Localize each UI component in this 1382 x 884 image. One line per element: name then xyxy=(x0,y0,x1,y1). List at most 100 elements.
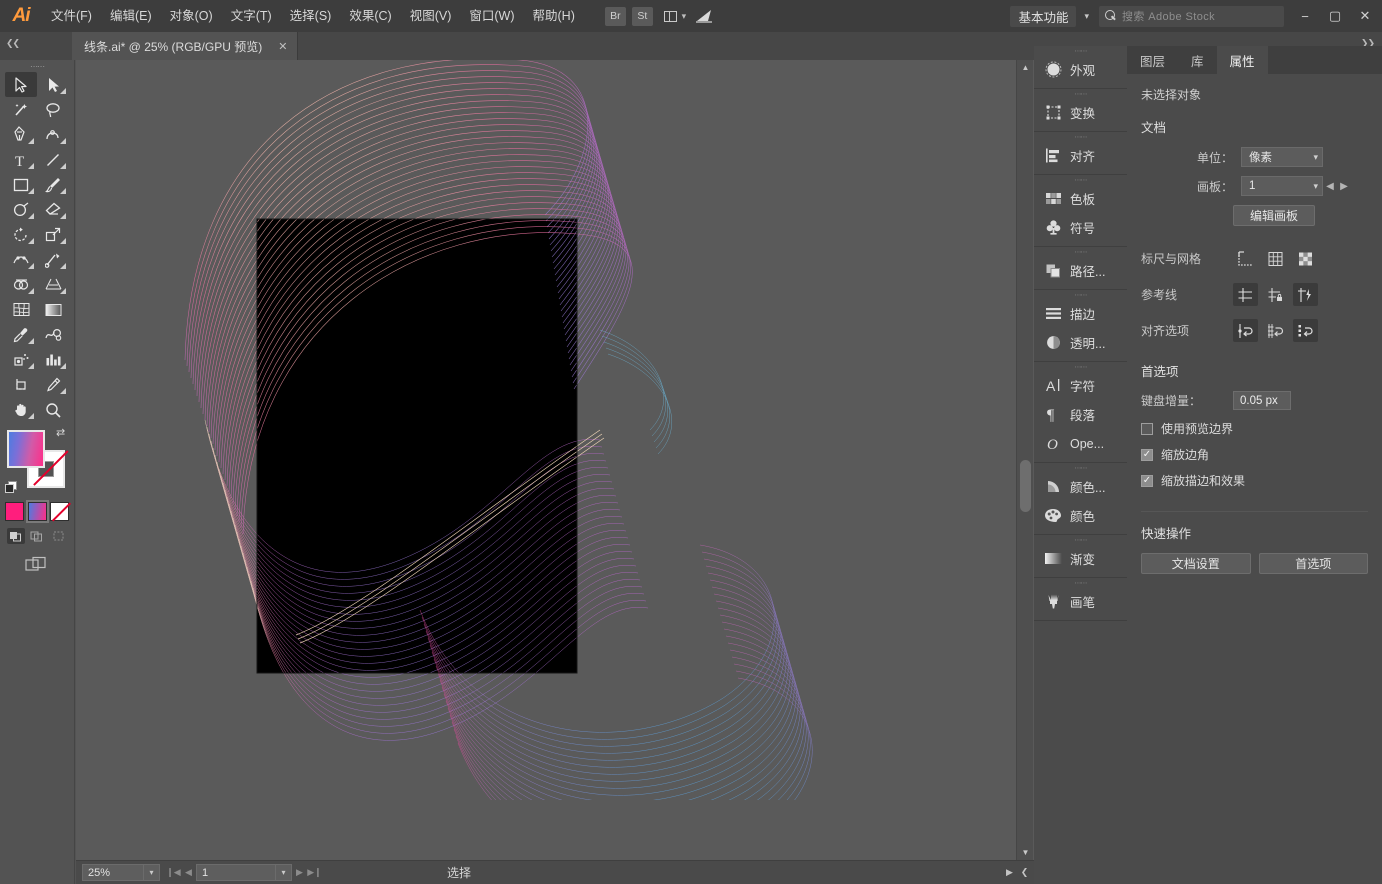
draw-normal-button[interactable] xyxy=(6,528,25,544)
show-rulers-icon[interactable] xyxy=(1233,247,1258,270)
scale-strokes-effects-row[interactable]: 缩放描边和效果 xyxy=(1141,472,1368,489)
dock-grip[interactable]: ⋯⋯ xyxy=(1034,175,1127,184)
snap-to-point-icon[interactable] xyxy=(1233,319,1258,342)
panel-color[interactable]: 颜色 xyxy=(1034,501,1127,530)
preferences-button[interactable]: 首选项 xyxy=(1258,553,1368,574)
menu-type[interactable]: 文字(T) xyxy=(222,0,281,32)
menu-edit[interactable]: 编辑(E) xyxy=(101,0,161,32)
paintbrush-tool[interactable] xyxy=(37,172,69,197)
line-segment-tool[interactable] xyxy=(37,147,69,172)
status-play-icon[interactable]: ▶ xyxy=(1002,864,1017,881)
artboard-number-input[interactable]: 1 xyxy=(196,864,276,881)
dock-grip[interactable]: ⋯⋯ xyxy=(1034,290,1127,299)
canvas-vertical-scrollbar[interactable]: ▲ ▼ xyxy=(1016,60,1033,860)
draw-inside-button[interactable] xyxy=(49,528,67,544)
menu-effect[interactable]: 效果(C) xyxy=(340,0,400,32)
tab-properties[interactable]: 属性 xyxy=(1216,46,1268,74)
width-tool[interactable] xyxy=(5,247,37,272)
panel-color-guide[interactable]: 颜色... xyxy=(1034,472,1127,501)
canvas-area[interactable] xyxy=(76,60,1034,860)
eyedropper-tool[interactable] xyxy=(5,322,37,347)
dock-grip[interactable]: ⋯⋯ xyxy=(1034,46,1127,55)
dock-grip[interactable]: ⋯⋯ xyxy=(1034,578,1127,587)
panel-swatches[interactable]: 色板 xyxy=(1034,184,1127,213)
smart-guides-icon[interactable] xyxy=(1293,283,1318,306)
none-mode-button[interactable] xyxy=(50,502,69,521)
dock-grip[interactable]: ⋯⋯ xyxy=(1034,89,1127,98)
artboard-chevron-down-icon[interactable]: ▾ xyxy=(276,864,292,881)
menu-file[interactable]: 文件(F) xyxy=(42,0,101,32)
show-transparency-grid-icon[interactable] xyxy=(1293,247,1318,270)
next-artboard-icon[interactable]: ▶ xyxy=(1337,176,1351,196)
home-boat-icon[interactable] xyxy=(688,8,722,24)
snap-to-grid-icon[interactable] xyxy=(1263,319,1288,342)
pen-tool[interactable] xyxy=(5,122,37,147)
dock-grip[interactable]: ⋯⋯ xyxy=(1034,247,1127,256)
minimize-button[interactable]: − xyxy=(1290,0,1320,32)
draw-behind-button[interactable] xyxy=(28,528,46,544)
direct-selection-tool[interactable] xyxy=(37,72,69,97)
keyboard-increment-input[interactable]: 0.05 px xyxy=(1233,391,1291,410)
menu-help[interactable]: 帮助(H) xyxy=(524,0,584,32)
prev-artboard-button[interactable]: ◀ xyxy=(181,864,196,881)
stock-button[interactable]: St xyxy=(631,6,653,26)
scroll-up-icon[interactable]: ▲ xyxy=(1017,63,1034,72)
status-expand-icon[interactable]: ❮ xyxy=(1017,864,1032,881)
workspace-switcher[interactable]: 基本功能 xyxy=(1010,5,1077,27)
arrange-documents-button[interactable]: ▾ xyxy=(662,7,688,26)
blend-tool[interactable] xyxy=(37,322,69,347)
scroll-down-icon[interactable]: ▼ xyxy=(1017,848,1034,857)
panel-paragraph[interactable]: ¶ 段落 xyxy=(1034,400,1127,429)
magic-wand-tool[interactable] xyxy=(5,97,37,122)
panel-brushes[interactable]: 画笔 xyxy=(1034,587,1127,616)
use-preview-bounds-checkbox[interactable] xyxy=(1141,422,1153,435)
tab-libraries[interactable]: 库 xyxy=(1178,46,1217,74)
eraser-tool[interactable] xyxy=(37,197,69,222)
panel-transform[interactable]: 变换 xyxy=(1034,98,1127,127)
snap-to-pixel-icon[interactable] xyxy=(1293,319,1318,342)
panel-pathfinder[interactable]: 路径... xyxy=(1034,256,1127,285)
close-icon[interactable]: ✕ xyxy=(274,40,291,53)
type-tool[interactable]: T xyxy=(5,147,37,172)
panel-appearance[interactable]: 外观 xyxy=(1034,55,1127,84)
perspective-grid-tool[interactable] xyxy=(37,272,69,297)
document-tab[interactable]: 线条.ai* @ 25% (RGB/GPU 预览) ✕ xyxy=(72,32,299,60)
scale-tool[interactable] xyxy=(37,222,69,247)
panel-gradient[interactable]: 渐变 xyxy=(1034,544,1127,573)
menu-view[interactable]: 视图(V) xyxy=(401,0,461,32)
panel-opentype[interactable]: O Ope... xyxy=(1034,429,1127,458)
panel-symbols[interactable]: 符号 xyxy=(1034,213,1127,242)
next-artboard-button[interactable]: ▶ xyxy=(292,864,307,881)
rotate-tool[interactable] xyxy=(5,222,37,247)
collapse-left-icon[interactable]: ❮❮ xyxy=(6,38,20,49)
workspace-chevron-down-icon[interactable]: ▾ xyxy=(1078,6,1095,27)
menu-object[interactable]: 对象(O) xyxy=(161,0,222,32)
last-artboard-button[interactable]: ▶❙ xyxy=(307,864,322,881)
zoom-chevron-down-icon[interactable]: ▾ xyxy=(144,864,160,881)
toolbar-grip[interactable]: ⋯⋯ xyxy=(0,60,74,72)
menu-window[interactable]: 窗口(W) xyxy=(460,0,523,32)
lasso-tool[interactable] xyxy=(37,97,69,122)
free-transform-tool[interactable] xyxy=(37,247,69,272)
zoom-level-input[interactable]: 25% xyxy=(82,864,144,881)
default-fill-stroke-icon[interactable] xyxy=(5,481,18,494)
stock-search-input[interactable]: 搜索 Adobe Stock xyxy=(1099,5,1284,27)
document-setup-button[interactable]: 文档设置 xyxy=(1141,553,1251,574)
edit-artboards-button[interactable]: 编辑画板 xyxy=(1233,205,1315,226)
tab-layers[interactable]: 图层 xyxy=(1127,46,1178,74)
shaper-tool[interactable] xyxy=(5,197,37,222)
swap-fill-stroke-icon[interactable]: ⇄ xyxy=(56,426,70,440)
scale-strokes-effects-checkbox[interactable] xyxy=(1141,474,1153,487)
show-grid-icon[interactable] xyxy=(1263,247,1288,270)
gradient-tool[interactable] xyxy=(37,297,69,322)
scale-corners-checkbox[interactable] xyxy=(1141,448,1153,461)
column-graph-tool[interactable] xyxy=(37,347,69,372)
mesh-tool[interactable] xyxy=(5,297,37,322)
shape-builder-tool[interactable] xyxy=(5,272,37,297)
lock-guides-icon[interactable] xyxy=(1263,283,1288,306)
selection-tool[interactable] xyxy=(5,72,37,97)
symbol-sprayer-tool[interactable] xyxy=(5,347,37,372)
vertical-scroll-thumb[interactable] xyxy=(1020,460,1031,512)
dock-grip[interactable]: ⋯⋯ xyxy=(1034,535,1127,544)
panel-transparency[interactable]: 透明... xyxy=(1034,328,1127,357)
